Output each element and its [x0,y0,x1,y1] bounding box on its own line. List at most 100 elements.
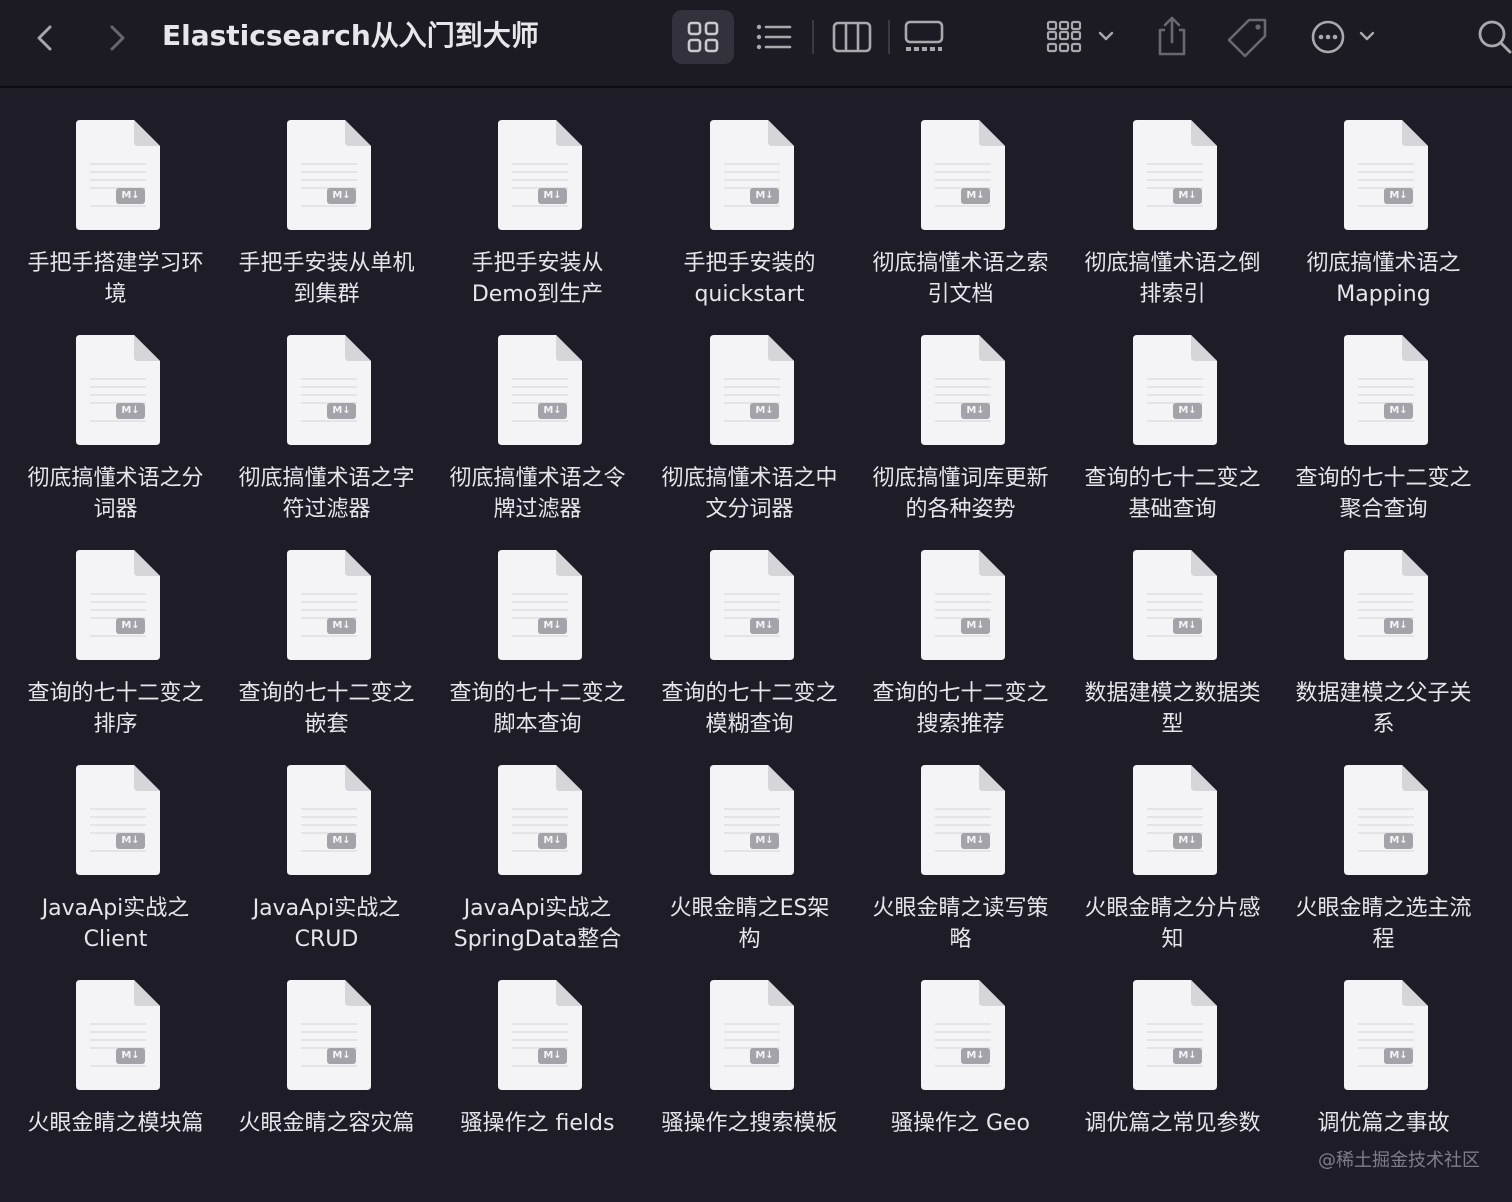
file-name-line-1: 查询的七十二变之 [1084,466,1261,491]
file-item[interactable]: M↓ 彻底搞懂术语之索 引文档 [855,108,1066,318]
file-item[interactable]: M↓ 查询的七十二变之 排序 [10,538,221,748]
file-badge: M↓ [332,405,351,416]
file-name-line-2: CRUD [294,927,359,952]
chevron-right-icon [110,25,125,51]
tag-button[interactable] [1226,16,1270,58]
file-name: JavaApi实战之 Client [10,893,221,955]
file-item[interactable]: M↓ 手把手安装的 quickstart [644,108,855,318]
file-name-line-2: Mapping [1336,282,1431,307]
file-item[interactable]: M↓ 骚操作之 fields [432,968,643,1178]
file-item[interactable]: M↓ 数据建模之数据类型 [1067,538,1278,748]
file-item[interactable]: M↓ 火眼金睛之ES架构 [644,753,855,963]
file-item[interactable]: M↓ 彻底搞懂术语之倒 排索引 [1067,108,1278,318]
file-name-line-2: SpringData整合 [453,927,622,952]
file-name-line-1: 查询的七十二变之 [449,681,626,706]
file-badge: M↓ [966,1050,985,1061]
file-name: 彻底搞懂术语之分 词器 [10,463,221,525]
group-by-button[interactable] [1044,16,1118,58]
list-icon [756,24,792,50]
file-name: 彻底搞懂术语之令 牌过滤器 [432,463,643,525]
file-badge: M↓ [755,620,774,631]
file-name-line-2: 程 [1372,927,1395,952]
file-item[interactable]: M↓ 火眼金睛之分片感知 [1067,753,1278,963]
file-item[interactable]: M↓ 手把手安装从 Demo到生产 [432,108,643,318]
file-item[interactable]: M↓ 彻底搞懂术语之中 文分词器 [644,323,855,533]
file-item[interactable]: M↓ 火眼金睛之选主流程 [1278,753,1489,963]
file-name-line-1: 手把手搭建学习环 [27,251,204,276]
file-item[interactable]: M↓ 彻底搞懂术语之分 词器 [10,323,221,533]
file-badge: M↓ [1389,620,1408,631]
file-item[interactable]: M↓ 骚操作之搜索模板 [644,968,855,1178]
markdown-file-icon: M↓ [498,980,582,1090]
file-item[interactable]: M↓ JavaApi实战之 CRUD [221,753,432,963]
gallery-icon [904,20,944,51]
file-item[interactable]: M↓ 彻底搞懂术语之 Mapping [1278,108,1489,318]
icon-view-button[interactable] [672,10,734,64]
file-name-line-2: 聚合查询 [1339,497,1428,522]
markdown-file-icon: M↓ [921,120,1005,230]
file-badge: M↓ [332,190,351,201]
file-item[interactable]: M↓ JavaApi实战之 SpringData整合 [432,753,643,963]
markdown-file-icon: M↓ [1133,765,1217,875]
file-name-line-1: JavaApi实战之 [41,896,190,921]
file-item[interactable]: M↓ 数据建模之父子关系 [1278,538,1489,748]
file-badge: M↓ [121,405,140,416]
gallery-view-button[interactable] [896,10,952,64]
file-item[interactable]: M↓ 查询的七十二变之 嵌套 [221,538,432,748]
list-view-button[interactable] [744,10,804,64]
file-item[interactable]: M↓ 火眼金睛之读写策略 [855,753,1066,963]
file-name: JavaApi实战之 SpringData整合 [432,893,643,955]
file-badge: M↓ [1389,405,1408,416]
markdown-file-icon: M↓ [1344,765,1428,875]
file-item[interactable]: M↓ 查询的七十二变之 脚本查询 [432,538,643,748]
file-name-line-2: 符过滤器 [282,497,371,522]
file-item[interactable]: M↓ 火眼金睛之模块篇 [10,968,221,1178]
markdown-file-icon: M↓ [921,335,1005,445]
file-item[interactable]: M↓ 骚操作之 Geo [855,968,1066,1178]
file-item[interactable]: M↓ 彻底搞懂术语之令 牌过滤器 [432,323,643,533]
file-badge: M↓ [332,620,351,631]
file-name-line-1: 火眼金睛之分片感 [1084,896,1261,921]
file-item[interactable]: M↓ 彻底搞懂词库更新 的各种姿势 [855,323,1066,533]
file-item[interactable]: M↓ 查询的七十二变之 聚合查询 [1278,323,1489,533]
file-badge: M↓ [121,620,140,631]
file-item[interactable]: M↓ 彻底搞懂术语之字 符过滤器 [221,323,432,533]
file-name: 彻底搞懂术语之倒 排索引 [1067,248,1278,310]
file-name-line-2: 脚本查询 [493,712,582,737]
back-button[interactable] [26,18,66,58]
file-item[interactable]: M↓ 调优篇之常见参数 [1067,968,1278,1178]
file-name-line-1: 数据建模之父子关 [1295,681,1472,706]
forward-button[interactable] [96,18,136,58]
file-item[interactable]: M↓ 查询的七十二变之 基础查询 [1067,323,1278,533]
file-name-line-1: 火眼金睛之选主流 [1295,896,1472,921]
file-item[interactable]: M↓ 火眼金睛之容灾篇 [221,968,432,1178]
file-name: 彻底搞懂术语之 Mapping [1278,248,1489,310]
group-by-icon [1046,20,1114,53]
markdown-file-icon: M↓ [710,980,794,1090]
file-name: 火眼金睛之读写策略 [855,893,1066,955]
file-item[interactable]: M↓ JavaApi实战之 Client [10,753,221,963]
file-badge: M↓ [966,620,985,631]
file-name: 火眼金睛之容灾篇 [221,1108,432,1139]
more-actions-button[interactable] [1308,16,1382,58]
file-badge: M↓ [966,835,985,846]
file-item[interactable]: M↓ 查询的七十二变之 搜索推荐 [855,538,1066,748]
file-item[interactable]: M↓ 查询的七十二变之 模糊查询 [644,538,855,748]
markdown-file-icon: M↓ [921,980,1005,1090]
file-name-line-2: 词器 [93,497,138,522]
file-name-line-2: 知 [1161,927,1184,952]
column-view-button[interactable] [822,10,882,64]
file-badge: M↓ [121,835,140,846]
file-badge: M↓ [1389,835,1408,846]
markdown-file-icon: M↓ [287,550,371,660]
share-button[interactable] [1150,14,1194,58]
file-name-line-1: 彻底搞懂术语之索 [872,251,1049,276]
search-button[interactable] [1470,16,1512,58]
file-item[interactable]: M↓ 手把手安装从单机 到集群 [221,108,432,318]
file-item[interactable]: M↓ 手把手搭建学习环境 [10,108,221,318]
file-name: 火眼金睛之模块篇 [10,1108,221,1139]
file-name-line-2: 嵌套 [304,712,349,737]
file-name-line-1: 查询的七十二变之 [27,681,204,706]
share-icon [1158,16,1186,56]
markdown-file-icon: M↓ [710,765,794,875]
